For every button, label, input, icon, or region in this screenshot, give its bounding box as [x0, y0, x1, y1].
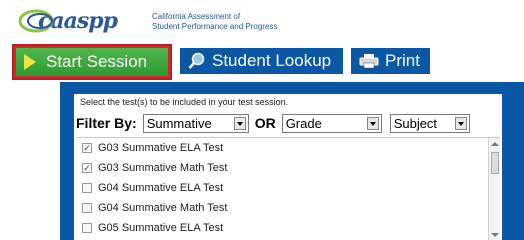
- start-session-label: Start Session: [46, 52, 148, 71]
- test-label: G05 Summative ELA Test: [98, 222, 224, 234]
- scroll-up-icon[interactable]: [491, 142, 499, 146]
- chevron-down-icon[interactable]: [233, 116, 246, 130]
- instruction-text: Select the test(s) to be included in you…: [80, 97, 289, 107]
- test-checkbox[interactable]: [82, 223, 92, 233]
- print-button[interactable]: Print: [351, 48, 430, 74]
- scrollbar-thumb[interactable]: [491, 152, 499, 174]
- test-list-item[interactable]: G04 Summative Math Test: [76, 198, 500, 218]
- test-list-item[interactable]: G05 Summative ELA Test: [76, 218, 500, 238]
- or-label: OR: [254, 115, 276, 131]
- grade-select[interactable]: Grade: [281, 113, 382, 133]
- test-checkbox[interactable]: [82, 203, 92, 213]
- test-checkbox[interactable]: ✓: [82, 163, 92, 173]
- test-label: G03 Summative ELA Test: [98, 142, 224, 154]
- test-list-item[interactable]: ✓ G03 Summative ELA Test: [76, 138, 500, 158]
- tagline: California Assessment of Student Perform…: [152, 12, 277, 32]
- filter-by-label: Filter By:: [76, 115, 137, 131]
- logo-swirl-icon: [18, 9, 54, 33]
- toolbar: Start Session Student Lookup Print: [0, 42, 524, 82]
- subject-select[interactable]: Subject: [389, 113, 470, 133]
- printer-icon: [359, 54, 379, 69]
- test-list-scrollbar[interactable]: [488, 138, 500, 240]
- test-type-select[interactable]: Summative: [142, 113, 249, 133]
- search-icon: [188, 52, 205, 69]
- test-label: G03 Summative Math Test: [98, 162, 228, 174]
- student-lookup-button[interactable]: Student Lookup: [180, 48, 343, 74]
- print-label: Print: [385, 51, 420, 70]
- start-session-button[interactable]: Start Session: [12, 44, 172, 80]
- test-checkbox[interactable]: ✓: [82, 143, 92, 153]
- test-label: G04 Summative Math Test: [98, 202, 228, 214]
- tagline-line-1: California Assessment of: [152, 12, 241, 21]
- tagline-line-2: Student Performance and Progress: [152, 22, 278, 31]
- test-list-item[interactable]: ✓ G03 Summative Math Test: [76, 158, 500, 178]
- chevron-down-icon[interactable]: [454, 116, 467, 130]
- student-lookup-label: Student Lookup: [212, 51, 332, 70]
- scroll-down-icon[interactable]: [491, 233, 499, 237]
- test-selection-panel: Select the test(s) to be included in you…: [60, 82, 524, 240]
- play-icon: [24, 54, 36, 70]
- test-type-value: Summative: [146, 115, 212, 131]
- start-session-button-face[interactable]: Start Session: [16, 48, 168, 76]
- grade-value: Grade: [285, 115, 322, 131]
- test-list: ✓ G03 Summative ELA Test ✓ G03 Summative…: [76, 137, 500, 240]
- test-label: G04 Summative ELA Test: [98, 182, 224, 194]
- test-list-item[interactable]: G04 Summative ELA Test: [76, 178, 500, 198]
- chevron-down-icon[interactable]: [366, 116, 379, 130]
- caaspp-logo: caaspp: [18, 6, 118, 36]
- filter-row: Filter By: Summative OR Grade Subject: [76, 112, 500, 134]
- test-checkbox[interactable]: [82, 183, 92, 193]
- test-selection-body: Select the test(s) to be included in you…: [74, 94, 502, 240]
- header: caaspp California Assessment of Student …: [0, 0, 524, 42]
- subject-value: Subject: [393, 115, 438, 131]
